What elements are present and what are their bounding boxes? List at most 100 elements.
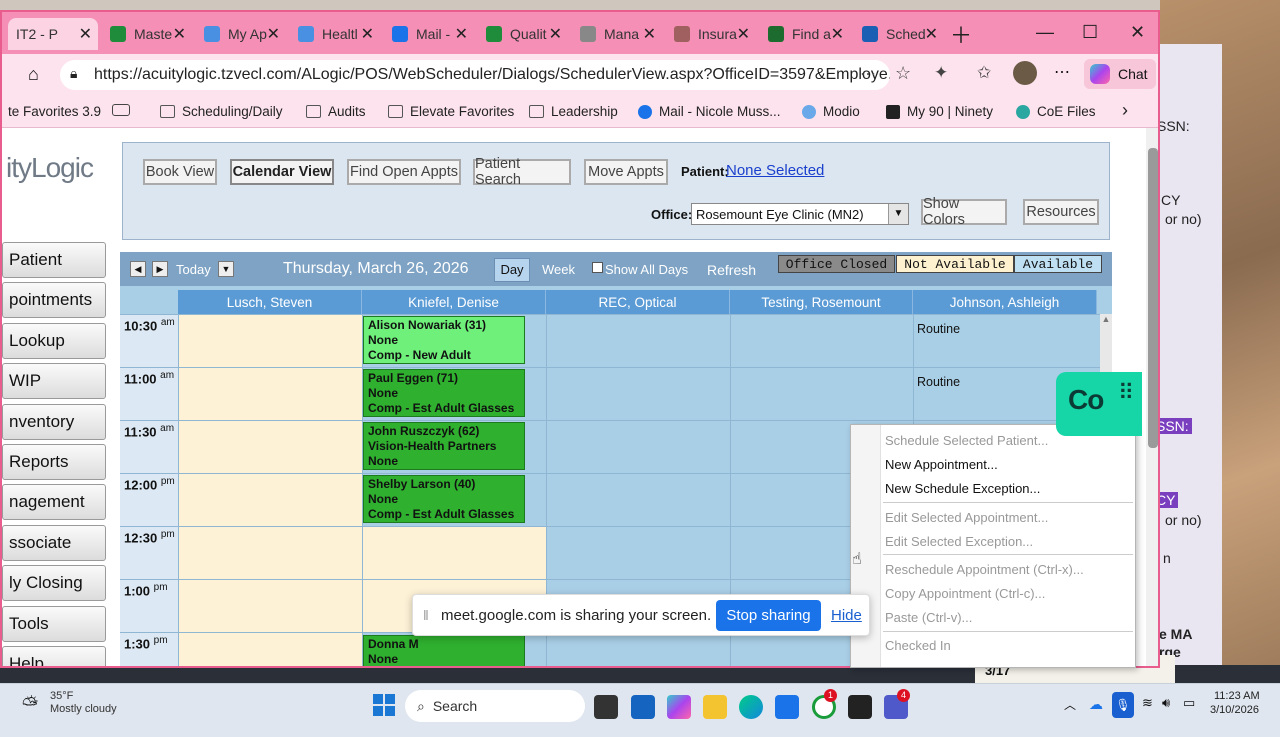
office-select[interactable]: Rosemount Eye Clinic (MN2) ▼ <box>691 203 909 225</box>
copilot-taskbar-icon[interactable] <box>667 695 691 719</box>
routine-slot[interactable]: Routine <box>917 375 960 389</box>
browser-tab[interactable]: Qualit ✕ <box>478 18 568 50</box>
close-tab-icon[interactable]: ✕ <box>831 24 844 44</box>
fav-folder[interactable]: Elevate Favorites <box>388 104 514 119</box>
microphone-icon[interactable]: 🎙︎ <box>1112 692 1134 718</box>
day-view-button[interactable]: Day <box>494 258 530 282</box>
clock-time[interactable]: 11:23 AM <box>1214 690 1260 702</box>
nav-button[interactable]: Lookup <box>2 322 106 359</box>
fav-folder[interactable]: Audits <box>306 104 366 119</box>
battery-icon[interactable]: ▭ <box>1183 695 1195 711</box>
move-appts-button[interactable]: Move Appts <box>584 159 668 185</box>
maximize-button[interactable]: ☐ <box>1082 22 1098 43</box>
fav-item[interactable] <box>112 104 130 116</box>
page-scrollbar[interactable] <box>1146 128 1158 666</box>
browser-tab[interactable]: My Ap ✕ <box>196 18 286 50</box>
find-open-appts-button[interactable]: Find Open Appts <box>347 159 461 185</box>
menu-new-appointment[interactable]: New Appointment... <box>885 457 998 472</box>
provider-column-header[interactable]: REC, Optical <box>546 290 730 314</box>
scroll-up-icon[interactable]: ▲ <box>1100 314 1112 324</box>
appointment-block[interactable]: Alison Nowariak (31) None Comp - New Adult… <box>363 316 525 364</box>
drag-grip-icon[interactable]: ‖ <box>423 607 429 623</box>
nav-button[interactable]: nagement <box>2 484 106 521</box>
browser-tab[interactable]: Sched ✕ <box>854 18 944 50</box>
today-button[interactable]: Today <box>176 262 211 277</box>
more-dots-icon[interactable]: ⋯ <box>860 64 876 84</box>
stop-sharing-button[interactable]: Stop sharing <box>716 600 821 631</box>
browser-tab[interactable]: Find a ✕ <box>760 18 850 50</box>
outlook-taskbar-icon[interactable] <box>775 695 799 719</box>
provider-column-header[interactable]: Johnson, Ashleigh <box>913 290 1097 314</box>
fav-folder[interactable]: Leadership <box>529 104 618 119</box>
file-explorer-icon[interactable] <box>703 695 727 719</box>
nav-button[interactable]: ly Closing <box>2 565 106 602</box>
minimize-button[interactable]: — <box>1036 22 1054 43</box>
menu-reschedule-appointment[interactable]: Reschedule Appointment (Ctrl-x)... <box>885 562 1084 577</box>
menu-paste[interactable]: Paste (Ctrl-v)... <box>885 610 972 625</box>
close-tab-icon[interactable]: ✕ <box>549 24 562 44</box>
close-tab-icon[interactable]: ✕ <box>173 24 186 44</box>
nav-button[interactable]: WIP <box>2 363 106 400</box>
store-icon[interactable] <box>631 695 655 719</box>
taskbar-search[interactable]: ⌕ Search <box>405 690 585 722</box>
browser-tab[interactable]: Insura ✕ <box>666 18 756 50</box>
fav-item[interactable]: Modio <box>802 104 860 119</box>
menu-checked-in[interactable]: Checked In <box>885 638 951 653</box>
copilot-chat-button[interactable]: Chat <box>1084 59 1156 89</box>
sticky-notes-icon[interactable] <box>848 695 872 719</box>
chevron-up-icon[interactable]: ︿ <box>1064 696 1076 713</box>
book-view-button[interactable]: Book View <box>143 159 217 185</box>
home-icon[interactable]: ⌂ <box>28 64 39 85</box>
close-tab-icon[interactable]: ✕ <box>737 24 750 44</box>
extensions-icon[interactable]: ✦ <box>934 63 948 83</box>
show-colors-button[interactable]: Show Colors <box>921 196 1007 228</box>
provider-column-header[interactable]: Testing, Rosemount <box>730 290 913 314</box>
close-tab-icon[interactable]: ✕ <box>455 24 468 44</box>
appointment-block[interactable]: Donna MNoneComp - Est Adult Glasses <box>363 635 525 666</box>
favorites-icon[interactable]: ✩ <box>977 63 991 83</box>
start-button[interactable] <box>373 694 395 716</box>
profile-avatar[interactable] <box>1013 61 1037 85</box>
volume-icon[interactable]: 🔊︎ <box>1162 695 1170 711</box>
appointment-block[interactable]: Paul Eggen (71) None Comp - Est Adult Glas… <box>363 369 525 417</box>
menu-schedule-selected-patient[interactable]: Schedule Selected Patient... <box>885 433 1048 448</box>
refresh-button[interactable]: Refresh <box>707 262 756 278</box>
url-field[interactable]: 🔒︎ https://acuitylogic.tzvecl.com/ALogic… <box>60 60 890 90</box>
browser-tab[interactable]: Healtl ✕ <box>290 18 380 50</box>
lock-icon[interactable]: 🔒︎ <box>70 65 77 82</box>
hide-link[interactable]: Hide <box>831 607 862 624</box>
browser-tab[interactable]: Maste ✕ <box>102 18 192 50</box>
favorite-star-icon[interactable]: ☆ <box>895 63 911 84</box>
patient-link[interactable]: None Selected <box>726 162 824 179</box>
clock-date[interactable]: 3/10/2026 <box>1210 704 1259 716</box>
provider-column-header[interactable]: Lusch, Steven <box>178 290 362 314</box>
fav-item[interactable]: te Favorites 3.9 <box>8 104 101 119</box>
fav-folder[interactable]: Scheduling/Daily <box>160 104 283 119</box>
show-all-days-checkbox[interactable] <box>592 262 603 273</box>
weather-icon[interactable]: ⛅︎ <box>22 694 38 717</box>
wifi-icon[interactable]: ≋ <box>1142 695 1153 711</box>
nav-button[interactable]: pointments <box>2 282 106 319</box>
close-tab-icon[interactable]: ✕ <box>643 24 656 44</box>
week-view-button[interactable]: Week <box>542 262 575 277</box>
page-scroll-thumb[interactable] <box>1148 148 1158 448</box>
menu-new-schedule-exception[interactable]: New Schedule Exception... <box>885 481 1040 496</box>
dropdown-arrow-icon[interactable]: ▼ <box>888 204 908 224</box>
new-tab-button[interactable]: ＋ <box>950 18 972 50</box>
provider-column-header[interactable]: Kniefel, Denise <box>362 290 546 314</box>
nav-button[interactable]: Tools <box>2 605 106 642</box>
menu-edit-selected-appointment[interactable]: Edit Selected Appointment... <box>885 510 1048 525</box>
task-view-icon[interactable] <box>594 695 618 719</box>
settings-menu-icon[interactable]: ⋯ <box>1054 62 1070 82</box>
close-tab-icon[interactable]: ✕ <box>79 24 92 44</box>
nav-button[interactable]: nventory <box>2 403 106 440</box>
copilot-widget[interactable]: Co ⠿ <box>1056 372 1142 436</box>
close-window-button[interactable]: ✕ <box>1130 22 1145 43</box>
menu-copy-appointment[interactable]: Copy Appointment (Ctrl-c)... <box>885 586 1045 601</box>
appointment-block[interactable]: Shelby Larson (40) None Comp - Est Adult G… <box>363 475 525 523</box>
chevron-right-icon[interactable]: › <box>1122 100 1128 121</box>
close-tab-icon[interactable]: ✕ <box>361 24 374 44</box>
nav-button[interactable]: ssociate <box>2 524 106 561</box>
close-tab-icon[interactable]: ✕ <box>267 24 280 44</box>
nav-button[interactable]: Patient <box>2 242 106 278</box>
